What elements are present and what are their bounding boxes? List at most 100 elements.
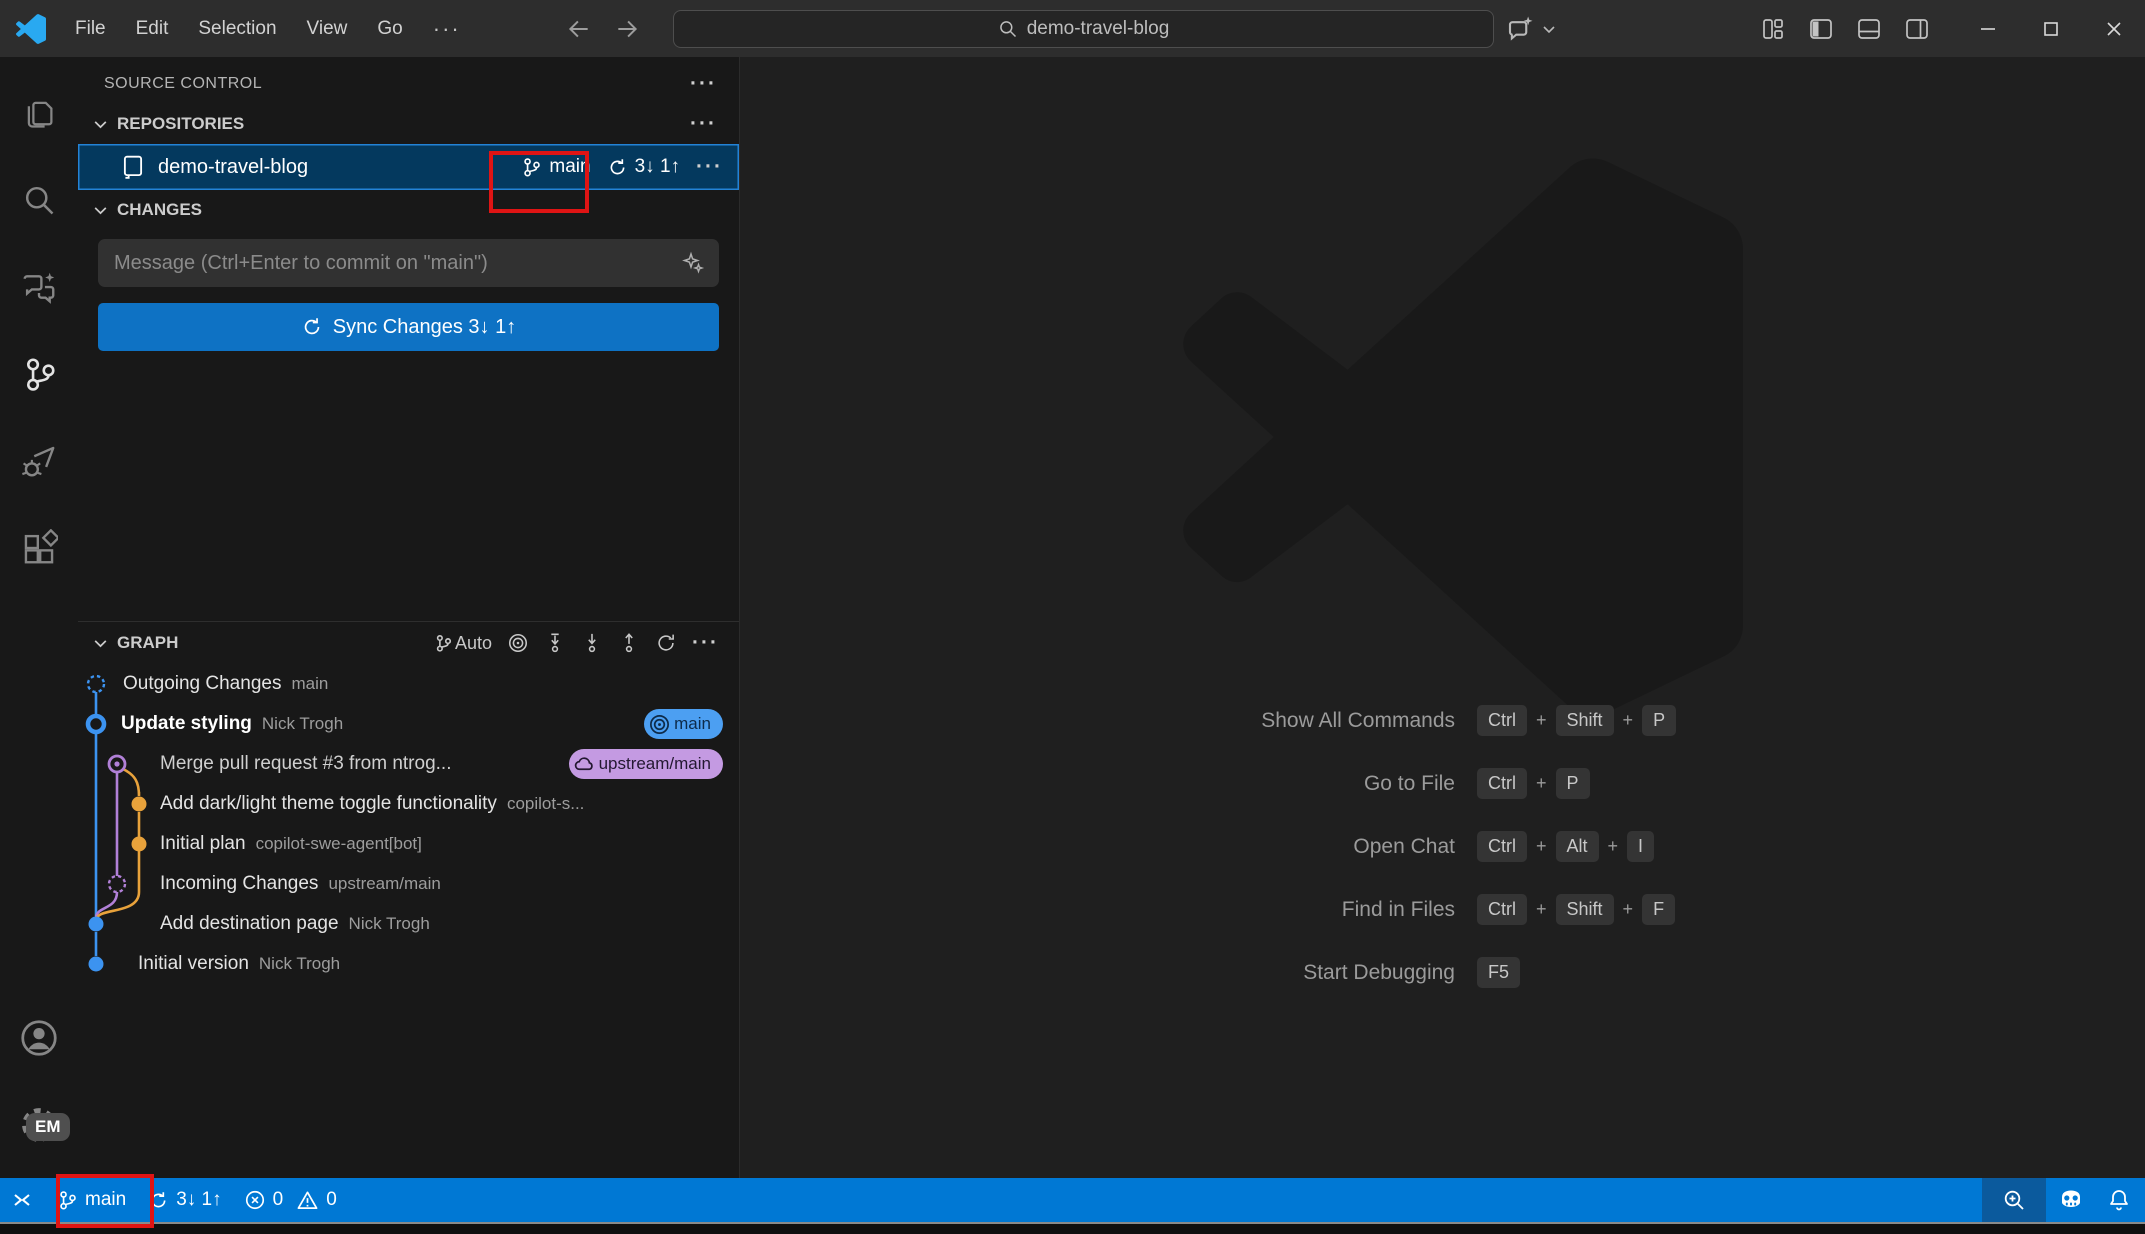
graph-row-merge-pr[interactable]: Merge pull request #3 from ntrog... upst…	[78, 744, 739, 784]
git-branch-icon	[433, 633, 453, 653]
keycap: P	[1642, 705, 1676, 736]
changes-section-header[interactable]: CHANGES	[78, 190, 739, 230]
close-button[interactable]	[2082, 0, 2145, 57]
goto-current-commit-icon[interactable]	[507, 632, 529, 654]
menu-view[interactable]: View	[292, 0, 363, 57]
sync-changes-button[interactable]: Sync Changes 3↓ 1↑	[98, 303, 719, 351]
sync-icon	[148, 1190, 169, 1211]
shortcut-label: Open Chat	[1353, 835, 1455, 859]
branch-badge-upstream[interactable]: upstream/main	[569, 749, 723, 779]
run-debug-icon[interactable]	[0, 417, 78, 504]
refresh-icon[interactable]	[655, 632, 677, 654]
repositories-section-header[interactable]: REPOSITORIES ···	[78, 104, 739, 144]
graph-more-actions-icon[interactable]: ···	[692, 638, 719, 648]
commit-author: Nick Trogh	[262, 714, 343, 734]
commit-author: Nick Trogh	[259, 954, 340, 974]
minimize-button[interactable]	[1956, 0, 2019, 57]
editor-area: Show All Commands Ctrl + Shift + P Go to…	[740, 57, 2145, 1178]
keycap: Shift	[1556, 705, 1614, 736]
statusbar-branch-name: main	[85, 1189, 126, 1211]
graph-row-update-styling[interactable]: Update styling Nick Trogh main	[78, 704, 739, 744]
back-arrow-icon[interactable]	[566, 16, 592, 42]
chevron-down-icon[interactable]	[1541, 21, 1557, 37]
extensions-icon[interactable]	[0, 504, 78, 591]
chat-icon[interactable]	[0, 243, 78, 330]
branch-badge-main[interactable]: main	[644, 709, 723, 739]
menu-selection[interactable]: Selection	[183, 0, 291, 57]
maximize-button[interactable]	[2019, 0, 2082, 57]
statusbar-problems[interactable]: 0 0	[233, 1178, 348, 1222]
graph-row-theme-toggle[interactable]: Add dark/light theme toggle functionalit…	[78, 784, 739, 824]
toggle-primary-sidebar-icon[interactable]	[1808, 16, 1834, 42]
keycap: Ctrl	[1477, 894, 1527, 925]
repo-more-actions-icon[interactable]: ···	[696, 162, 723, 172]
commit-author: Nick Trogh	[349, 914, 430, 934]
customize-layout-icon[interactable]	[1760, 16, 1786, 42]
accounts-icon[interactable]	[0, 994, 78, 1081]
zoom-indicator[interactable]	[1982, 1178, 2046, 1222]
keycap: F	[1642, 894, 1675, 925]
commit-title: Incoming Changes	[160, 873, 318, 895]
statusbar-sync-counts: 3↓ 1↑	[176, 1189, 221, 1211]
fetch-icon[interactable]	[544, 632, 566, 654]
plus-separator: +	[1608, 836, 1619, 857]
command-center-search[interactable]: demo-travel-blog	[673, 10, 1494, 48]
sync-icon	[301, 316, 323, 338]
repo-sync-status[interactable]: 3↓ 1↑	[607, 156, 680, 178]
copilot-status[interactable]	[2046, 1178, 2096, 1222]
menu-edit[interactable]: Edit	[121, 0, 184, 57]
forward-arrow-icon[interactable]	[614, 16, 640, 42]
search-icon[interactable]	[0, 156, 78, 243]
notifications-bell[interactable]	[2096, 1178, 2145, 1222]
menu-file[interactable]: File	[60, 0, 121, 57]
keycap: Ctrl	[1477, 705, 1527, 736]
graph-section-header[interactable]: GRAPH Auto	[78, 622, 739, 664]
pane-more-actions-icon[interactable]: ···	[690, 79, 717, 89]
search-value: demo-travel-blog	[1027, 18, 1170, 40]
copilot-chat-icon[interactable]	[1505, 14, 1535, 44]
menu-go[interactable]: Go	[362, 0, 417, 57]
plus-separator: +	[1536, 899, 1547, 920]
pull-icon[interactable]	[581, 632, 603, 654]
graph-row-outgoing[interactable]: Outgoing Changes main	[78, 664, 739, 704]
keycap: P	[1556, 768, 1590, 799]
chevron-down-icon	[92, 116, 109, 133]
source-control-icon[interactable]	[0, 330, 78, 417]
keycap: F5	[1477, 957, 1520, 988]
commit-title: Add dark/light theme toggle functionalit…	[160, 793, 497, 815]
shortcut-label: Find in Files	[1342, 898, 1455, 922]
source-control-sidebar: SOURCE CONTROL ··· REPOSITORIES ··· demo…	[78, 57, 740, 1178]
settings-gear-icon[interactable]: EM	[0, 1081, 78, 1168]
commit-title: Initial plan	[160, 833, 246, 855]
shortcut-label: Go to File	[1364, 772, 1455, 796]
sparkle-icon[interactable]	[681, 251, 705, 275]
explorer-icon[interactable]	[0, 69, 78, 156]
chevron-down-icon	[92, 635, 109, 652]
search-icon	[998, 19, 1018, 39]
repo-branch-name: main	[549, 156, 590, 178]
graph-branch-filter[interactable]: Auto	[433, 633, 492, 654]
remote-indicator[interactable]	[0, 1178, 45, 1222]
repositories-more-actions-icon[interactable]: ···	[690, 119, 717, 129]
activity-bar: EM	[0, 57, 78, 1178]
menu-more-icon[interactable]: ···	[418, 0, 476, 57]
warning-count: 0	[326, 1189, 337, 1211]
status-bar: main 3↓ 1↑ 0 0	[0, 1178, 2145, 1222]
error-count: 0	[273, 1189, 284, 1211]
menu-bar: File Edit Selection View Go ···	[60, 0, 476, 57]
graph-row-initial-version[interactable]: Initial version Nick Trogh	[78, 944, 739, 984]
toggle-panel-icon[interactable]	[1856, 16, 1882, 42]
push-icon[interactable]	[618, 632, 640, 654]
statusbar-branch[interactable]: main	[45, 1178, 137, 1222]
commit-message-input[interactable]	[114, 252, 681, 275]
statusbar-sync[interactable]: 3↓ 1↑	[137, 1178, 232, 1222]
repo-branch-picker[interactable]: main	[520, 156, 590, 178]
repository-row[interactable]: demo-travel-blog main	[78, 144, 739, 190]
graph-row-incoming[interactable]: Incoming Changes upstream/main	[78, 864, 739, 904]
repo-name: demo-travel-blog	[158, 156, 308, 179]
commit-title: Merge pull request #3 from ntrog...	[160, 753, 451, 775]
toggle-secondary-sidebar-icon[interactable]	[1904, 16, 1930, 42]
graph-row-initial-plan[interactable]: Initial plan copilot-swe-agent[bot]	[78, 824, 739, 864]
chevron-down-icon	[92, 202, 109, 219]
graph-row-destination-page[interactable]: Add destination page Nick Trogh	[78, 904, 739, 944]
